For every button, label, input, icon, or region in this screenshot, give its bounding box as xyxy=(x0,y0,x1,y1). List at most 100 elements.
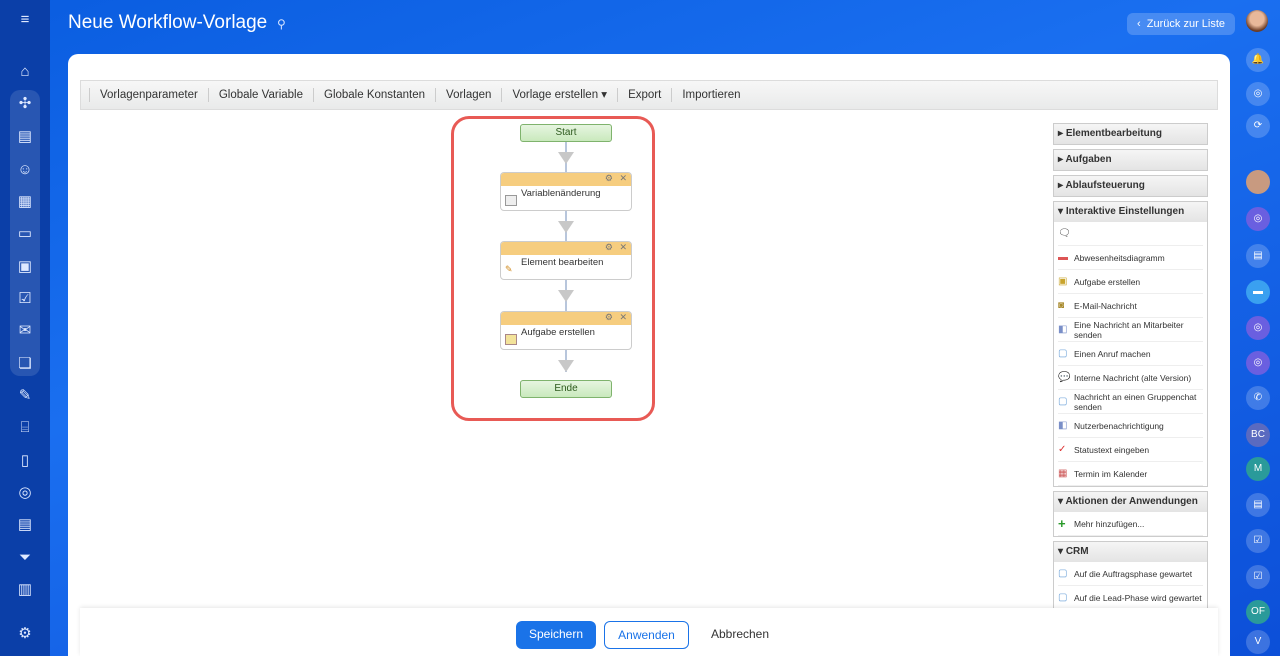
tasks-icon[interactable]: ☑ xyxy=(15,289,35,309)
activity-variable-change[interactable]: ⚙ ✕ Variablenänderung xyxy=(500,172,632,211)
chart-icon[interactable]: ▥ xyxy=(15,580,35,600)
store-icon[interactable]: ⌸ xyxy=(15,418,35,438)
document-icon[interactable]: ▤ xyxy=(15,127,35,147)
calendar-icon: ▦ xyxy=(1058,468,1068,479)
section-tasks[interactable]: ▸ Aufgaben xyxy=(1054,150,1207,170)
card-icon[interactable]: ▤ xyxy=(1246,493,1270,517)
section-crm[interactable]: ▾ CRM xyxy=(1054,542,1207,562)
gear-icon[interactable]: ⚙ xyxy=(605,173,613,184)
clipboard-icon: ▣ xyxy=(1058,276,1068,287)
gear-icon[interactable]: ⚙ xyxy=(605,242,613,253)
call-icon: ▢ xyxy=(1058,348,1068,359)
activity-label: Element bearbeiten xyxy=(521,257,604,268)
toolbar-templates[interactable]: Vorlagen xyxy=(435,88,501,102)
phone-icon[interactable]: ✆ xyxy=(1246,386,1270,410)
gear-icon[interactable]: ⚙ xyxy=(605,312,613,323)
list-item[interactable]: 💬 Interne Nachricht (alte Version) xyxy=(1058,366,1203,390)
comment-icon[interactable]: 🗨 xyxy=(1058,222,1203,246)
toolbar-global-constants[interactable]: Globale Konstanten xyxy=(313,88,435,102)
bell-icon[interactable]: 🔔 xyxy=(1246,48,1270,72)
toolbar-import[interactable]: Importieren xyxy=(671,88,750,102)
plus-icon: + xyxy=(1058,516,1066,531)
list-item[interactable]: ▦ Termin im Kalender xyxy=(1058,462,1203,486)
close-icon[interactable]: ✕ xyxy=(619,312,627,323)
contact-avatar[interactable] xyxy=(1246,170,1270,194)
list-item[interactable]: ▢ Auf die Lead-Phase wird gewartet xyxy=(1058,586,1203,610)
toolbar-global-variables[interactable]: Globale Variable xyxy=(207,88,313,102)
activity-edit-element[interactable]: ⚙ ✕ ✎ Element bearbeiten xyxy=(500,241,632,280)
section-interactive[interactable]: ▾ Interaktive Einstellungen xyxy=(1054,202,1207,222)
section-flow-control[interactable]: ▸ Ablaufsteuerung xyxy=(1054,176,1207,196)
contact-bc[interactable]: BC xyxy=(1246,423,1270,447)
cancel-button[interactable]: Abbrechen xyxy=(700,621,780,649)
toolbar: Vorlagenparameter Globale Variable Globa… xyxy=(80,80,1218,110)
sync-icon[interactable]: ⟳ xyxy=(1246,114,1270,138)
list-item[interactable]: ▢ Nachricht an einen Gruppenchat senden xyxy=(1058,390,1203,414)
list-item[interactable]: ◧ Eine Nachricht an Mitarbeiter senden xyxy=(1058,318,1203,342)
list-item[interactable]: ▣ Aufgabe erstellen xyxy=(1058,270,1203,294)
save-button[interactable]: Speichern xyxy=(516,621,596,649)
list-item[interactable]: ✓ Statustext eingeben xyxy=(1058,438,1203,462)
add-more-item[interactable]: + Mehr hinzufügen... xyxy=(1058,512,1203,536)
contact-m[interactable]: M xyxy=(1246,457,1270,481)
list-item[interactable]: ▢ Auf die Auftragsphase gewartet xyxy=(1058,562,1203,586)
sign-icon[interactable]: ✎ xyxy=(15,386,35,406)
start-node[interactable]: Start xyxy=(520,124,612,142)
board-icon[interactable]: ▣ xyxy=(15,257,35,277)
list-item[interactable]: ◙ E-Mail-Nachricht xyxy=(1058,294,1203,318)
page-title: Neue Workflow-Vorlage xyxy=(68,12,268,33)
list-item[interactable]: ▢ Einen Anruf machen xyxy=(1058,342,1203,366)
list-item[interactable]: ▬ Abwesenheitsdiagramm xyxy=(1058,246,1203,270)
back-to-list-button[interactable]: ‹ Zurück zur Liste xyxy=(1127,13,1236,35)
activity-create-task[interactable]: ⚙ ✕ Aufgabe erstellen xyxy=(500,311,632,350)
close-icon[interactable]: ✕ xyxy=(619,242,627,253)
close-icon[interactable]: ✕ xyxy=(619,173,627,184)
list-item[interactable]: ◧ Nutzerbenachrichtigung xyxy=(1058,414,1203,438)
drive-icon[interactable]: ▭ xyxy=(15,224,35,244)
card-icon[interactable]: ▤ xyxy=(1246,244,1270,268)
workflow-editor-card: Vorlagenparameter Globale Variable Globa… xyxy=(68,54,1230,656)
end-node[interactable]: Ende xyxy=(520,380,612,398)
arrow-icon xyxy=(558,152,574,164)
chat-icon[interactable]: ▬ xyxy=(1246,280,1270,304)
contacts-icon[interactable]: ☺ xyxy=(15,160,35,180)
toolbar-export[interactable]: Export xyxy=(617,88,671,102)
task-icon[interactable]: ☑ xyxy=(1246,565,1270,589)
home-icon[interactable]: ⌂ xyxy=(15,62,35,82)
task-icon[interactable]: ☑ xyxy=(1246,529,1270,553)
calendar-icon[interactable]: ▦ xyxy=(15,192,35,212)
menu-icon[interactable]: ≡ xyxy=(15,10,35,30)
chat-icon: 💬 xyxy=(1058,372,1071,383)
pin-icon[interactable]: ⚲ xyxy=(277,17,286,31)
contact-of[interactable]: OF xyxy=(1246,600,1270,624)
channel-icon[interactable]: ◎ xyxy=(1246,207,1270,231)
variable-icon xyxy=(505,195,517,206)
chat-icon[interactable]: ❏ xyxy=(15,354,35,374)
right-sidebar: 🔔 ◎ ⟳ ◎ ▤ ▬ ◎ ◎ ✆ BC M ▤ ☑ ☑ OF V xyxy=(1232,0,1280,656)
arrow-icon xyxy=(558,221,574,233)
wait-icon: ▢ xyxy=(1058,592,1068,603)
file-icon[interactable]: ▯ xyxy=(15,451,35,471)
check-icon: ✓ xyxy=(1058,444,1067,455)
settings-icon[interactable]: ⚙ xyxy=(15,624,35,644)
edit-icon: ✎ xyxy=(505,264,513,274)
puzzle-icon[interactable]: ✣ xyxy=(15,94,35,114)
group-chat-icon: ▢ xyxy=(1058,396,1068,407)
message-icon: ◧ xyxy=(1058,324,1068,335)
apply-button[interactable]: Anwenden xyxy=(604,621,689,649)
automation-icon[interactable]: ◎ xyxy=(15,483,35,503)
section-app-actions[interactable]: ▾ Aktionen der Anwendungen xyxy=(1054,492,1207,512)
contact-v[interactable]: V xyxy=(1246,630,1270,654)
footer: Speichern Anwenden Abbrechen xyxy=(80,608,1218,656)
cards-icon[interactable]: ▤ xyxy=(15,515,35,535)
filter-icon[interactable]: ⏷ xyxy=(15,548,35,568)
left-sidebar: ≡ ⌂ ✣ ▤ ☺ ▦ ▭ ▣ ☑ ✉ ❏ ✎ ⌸ ▯ ◎ ▤ ⏷ ▥ ⚙ xyxy=(0,0,50,656)
section-element-editing[interactable]: ▸ Elementbearbeitung xyxy=(1054,124,1207,144)
mail-icon[interactable]: ✉ xyxy=(15,321,35,341)
channel-icon[interactable]: ◎ xyxy=(1246,316,1270,340)
toolbar-create-template[interactable]: Vorlage erstellen ▾ xyxy=(501,88,617,102)
channel-icon[interactable]: ◎ xyxy=(1246,351,1270,375)
pulse-icon[interactable]: ◎ xyxy=(1246,82,1270,106)
toolbar-template-params[interactable]: Vorlagenparameter xyxy=(89,88,208,102)
activity-panel: ▸ Elementbearbeitung ▸ Aufgaben ▸ Ablauf… xyxy=(1053,123,1208,615)
